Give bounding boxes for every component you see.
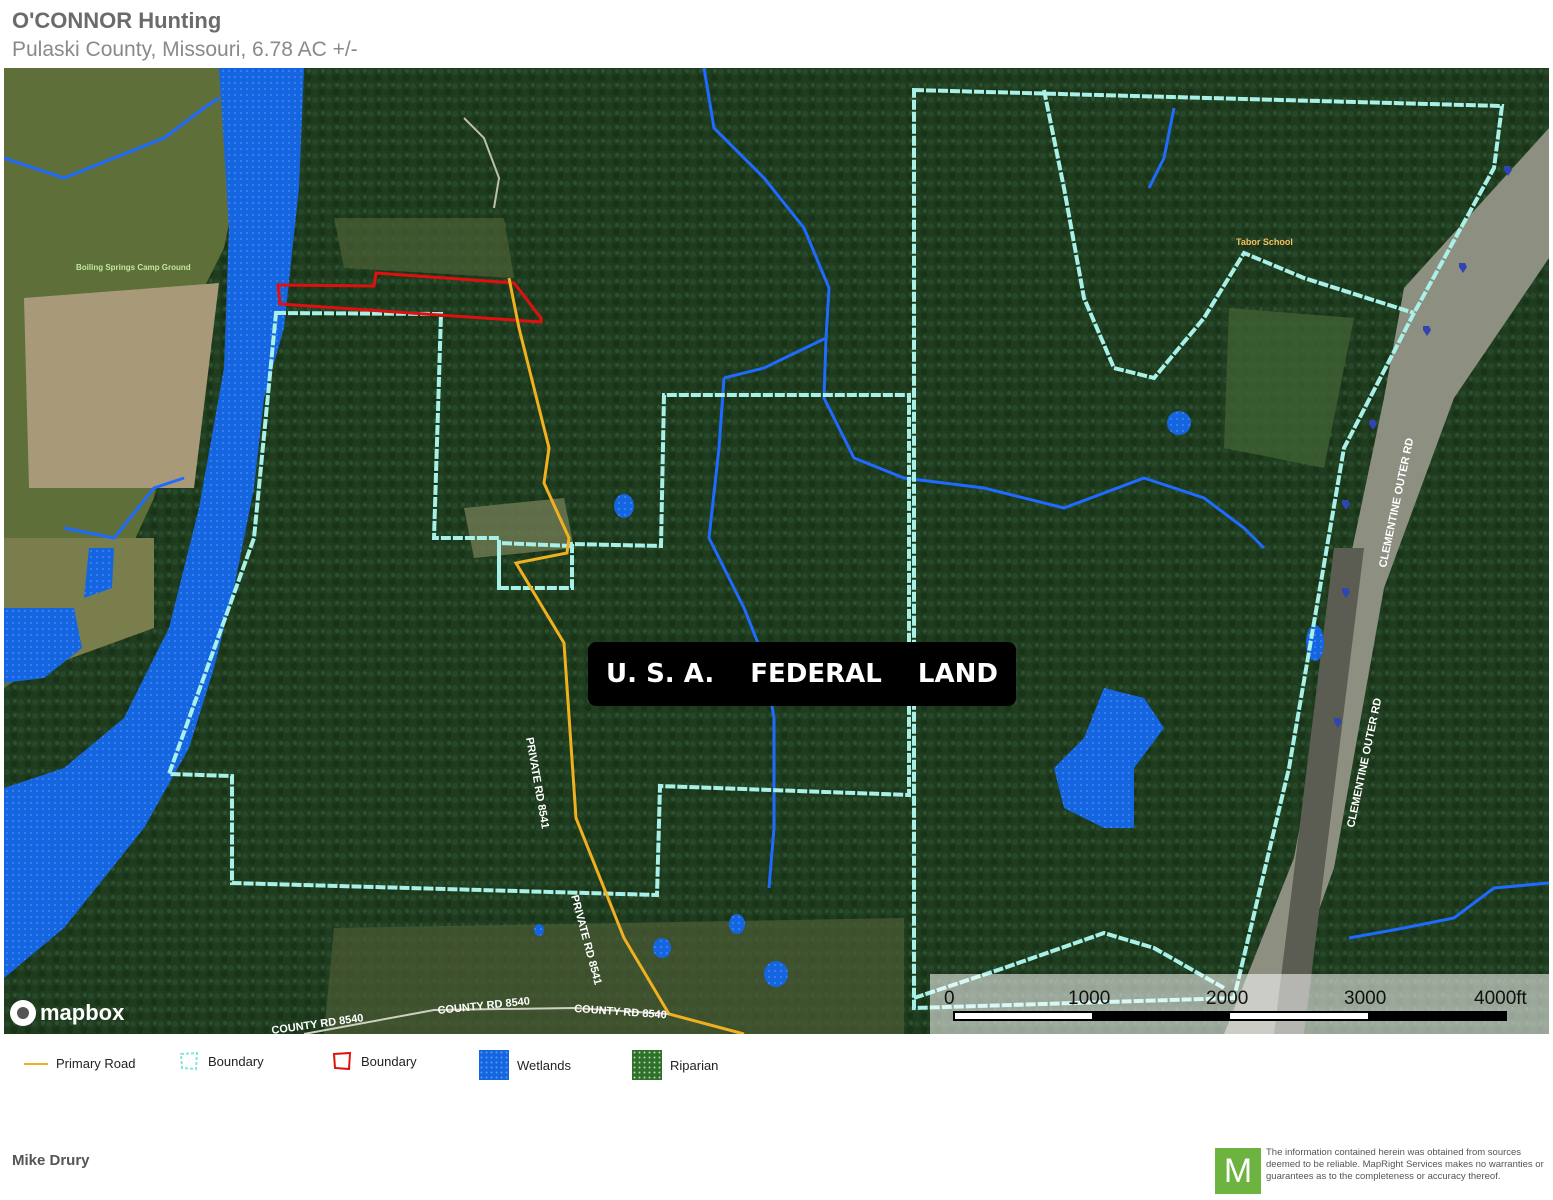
map-subtitle: Pulaski County, Missouri, 6.78 AC +/- xyxy=(12,38,358,61)
primary-road-line-icon xyxy=(24,1062,48,1065)
map-legend: Primary Road Boundary Boundary Wetlands … xyxy=(0,1050,1553,1080)
cyan-boundary-icon xyxy=(179,1051,199,1071)
legend-item-wetlands: Wetlands xyxy=(479,1050,571,1080)
label-boiling-springs: Boiling Springs Camp Ground xyxy=(76,263,191,272)
federal-label-part-1: U. S. A. xyxy=(606,659,715,689)
mapright-logo-icon: M xyxy=(1215,1148,1261,1194)
riparian-swatch-icon xyxy=(632,1050,662,1080)
federal-label-part-2: FEDERAL xyxy=(750,659,882,689)
agent-name: Mike Drury xyxy=(12,1152,90,1169)
legend-label: Boundary xyxy=(361,1053,417,1069)
legend-label: Boundary xyxy=(208,1053,264,1069)
scale-bar: 0 1000 2000 3000 4000ft xyxy=(930,974,1549,1034)
red-boundary-icon xyxy=(332,1051,352,1071)
legend-item-cyan-boundary: Boundary xyxy=(178,1050,264,1072)
map-view[interactable]: PRIVATE RD 8541 PRIVATE RD 8541 COUNTY R… xyxy=(4,68,1549,1034)
scale-bar-graphic xyxy=(953,1011,1507,1021)
disclaimer-text: The information contained herein was obt… xyxy=(1266,1147,1544,1182)
federal-land-label: U. S. A. FEDERAL LAND xyxy=(588,642,1016,706)
label-tabor-school: Tabor School xyxy=(1236,237,1293,247)
legend-label: Riparian xyxy=(670,1057,719,1073)
wetlands-swatch-icon xyxy=(479,1050,509,1080)
map-title: O'CONNOR Hunting xyxy=(12,8,222,33)
legend-item-red-boundary: Boundary xyxy=(331,1050,417,1072)
legend-label: Primary Road xyxy=(56,1056,136,1071)
legend-item-primary-road: Primary Road xyxy=(24,1056,135,1071)
federal-label-part-3: LAND xyxy=(917,659,998,689)
plowed-field xyxy=(24,283,219,488)
mapbox-attribution[interactable]: mapbox xyxy=(10,1000,124,1026)
legend-label: Wetlands xyxy=(517,1057,571,1073)
mapbox-logo-icon xyxy=(10,1000,36,1026)
mapbox-attribution-text: mapbox xyxy=(40,1000,125,1025)
map-canvas: PRIVATE RD 8541 PRIVATE RD 8541 COUNTY R… xyxy=(4,68,1549,1034)
legend-item-riparian: Riparian xyxy=(632,1050,718,1080)
